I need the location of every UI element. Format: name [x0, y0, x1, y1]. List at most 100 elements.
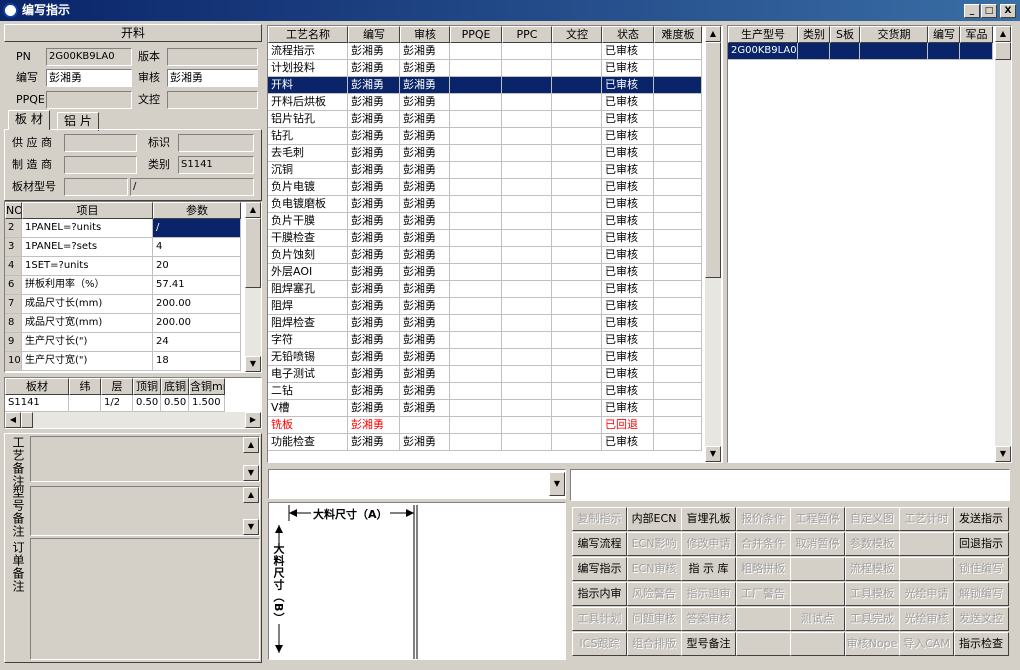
- grid-cell[interactable]: 彭湘勇: [348, 434, 400, 451]
- grid-cell[interactable]: [552, 128, 602, 145]
- grid-cell[interactable]: [450, 247, 502, 264]
- column-header[interactable]: 生产型号: [728, 26, 798, 43]
- tab-board[interactable]: 板 材: [8, 110, 50, 130]
- grid-cell[interactable]: 彭湘勇: [400, 196, 450, 213]
- grid-cell[interactable]: [450, 434, 502, 451]
- grid-cell[interactable]: [502, 349, 552, 366]
- table-row[interactable]: 外层AOI 彭湘勇 彭湘勇 已审核: [268, 264, 702, 281]
- table-row[interactable]: 字符 彭湘勇 彭湘勇 已审核: [268, 332, 702, 349]
- action-button[interactable]: 型号备注: [681, 632, 736, 656]
- grid-cell[interactable]: 已审核: [602, 196, 654, 213]
- table-row[interactable]: 7 成品尺寸长(mm) 200.00: [5, 295, 241, 314]
- grid-cell[interactable]: [654, 60, 702, 77]
- table-row[interactable]: 9 生产尺寸长(") 24: [5, 333, 241, 352]
- model-field-2[interactable]: /: [130, 178, 254, 196]
- grid-cell[interactable]: 阻焊检查: [268, 315, 348, 332]
- grid-cell[interactable]: [450, 400, 502, 417]
- grid-cell[interactable]: [502, 400, 552, 417]
- grid-cell[interactable]: 已审核: [602, 60, 654, 77]
- grid-cell[interactable]: [502, 162, 552, 179]
- grid-cell[interactable]: 已审核: [602, 366, 654, 383]
- grid-cell[interactable]: 18: [153, 352, 241, 371]
- grid-cell[interactable]: [654, 315, 702, 332]
- table-row[interactable]: 钻孔 彭湘勇 彭湘勇 已审核: [268, 128, 702, 145]
- grid-cell[interactable]: [552, 60, 602, 77]
- grid-cell[interactable]: 铝片钻孔: [268, 111, 348, 128]
- grid-cell[interactable]: [654, 179, 702, 196]
- board-hscroll[interactable]: ◀ ▶: [5, 412, 261, 428]
- process-scrollbar[interactable]: ▲ ▼: [705, 26, 721, 462]
- grid-cell[interactable]: 字符: [268, 332, 348, 349]
- grid-cell[interactable]: [654, 196, 702, 213]
- grid-cell[interactable]: 开料后烘板: [268, 94, 348, 111]
- table-row[interactable]: 流程指示 彭湘勇 彭湘勇 已审核: [268, 43, 702, 60]
- column-header[interactable]: 难度板: [654, 26, 702, 43]
- ppqe-field[interactable]: [46, 91, 132, 109]
- grid-cell[interactable]: [450, 383, 502, 400]
- grid-cell[interactable]: [502, 230, 552, 247]
- grid-cell[interactable]: 1.500: [189, 395, 225, 412]
- grid-cell[interactable]: 彭湘勇: [400, 162, 450, 179]
- scroll-down-icon[interactable]: ▼: [245, 356, 261, 372]
- grid-cell[interactable]: [654, 383, 702, 400]
- grid-cell[interactable]: 外层AOI: [268, 264, 348, 281]
- grid-cell[interactable]: [450, 179, 502, 196]
- grid-cell[interactable]: [552, 434, 602, 451]
- grid-cell[interactable]: [654, 94, 702, 111]
- grid-cell[interactable]: 彭湘勇: [348, 60, 400, 77]
- grid-cell[interactable]: 已审核: [602, 111, 654, 128]
- grid-cell[interactable]: [502, 145, 552, 162]
- grid-cell[interactable]: [450, 77, 502, 94]
- grid-cell[interactable]: [654, 298, 702, 315]
- grid-cell[interactable]: 彭湘勇: [400, 213, 450, 230]
- grid-cell[interactable]: [450, 298, 502, 315]
- grid-cell[interactable]: [450, 315, 502, 332]
- grid-cell[interactable]: 彭湘勇: [400, 315, 450, 332]
- grid-cell[interactable]: [502, 179, 552, 196]
- table-row[interactable]: 2 1PANEL=?units /: [5, 219, 241, 238]
- product-scrollbar[interactable]: ▲ ▼: [995, 26, 1011, 462]
- grid-cell[interactable]: 已审核: [602, 43, 654, 60]
- grid-cell[interactable]: [552, 417, 602, 434]
- grid-cell[interactable]: [450, 145, 502, 162]
- grid-cell[interactable]: 24: [153, 333, 241, 352]
- author-field[interactable]: 彭湘勇: [46, 69, 132, 87]
- grid-cell[interactable]: [502, 77, 552, 94]
- grid-cell[interactable]: 去毛刺: [268, 145, 348, 162]
- table-row[interactable]: 负片干膜 彭湘勇 彭湘勇 已审核: [268, 213, 702, 230]
- table-row[interactable]: 开料 彭湘勇 彭湘勇 已审核: [268, 77, 702, 94]
- grid-cell[interactable]: S1141: [5, 395, 69, 412]
- grid-cell[interactable]: [654, 434, 702, 451]
- grid-cell[interactable]: [552, 145, 602, 162]
- grid-cell[interactable]: 钻孔: [268, 128, 348, 145]
- grid-cell[interactable]: 彭湘勇: [348, 128, 400, 145]
- grid-cell[interactable]: 生产尺寸宽("): [22, 352, 153, 371]
- mark-field[interactable]: [178, 134, 254, 152]
- column-header[interactable]: 编写: [348, 26, 400, 43]
- review-field[interactable]: 彭湘勇: [167, 69, 258, 87]
- grid-cell[interactable]: 彭湘勇: [400, 264, 450, 281]
- grid-cell[interactable]: [450, 162, 502, 179]
- column-header[interactable]: 编写: [928, 26, 960, 43]
- column-header[interactable]: 类别: [798, 26, 830, 43]
- column-header[interactable]: PPQE: [450, 26, 502, 43]
- table-row[interactable]: 2G00KB9LA0: [728, 43, 993, 60]
- grid-cell[interactable]: 开料: [268, 77, 348, 94]
- grid-cell[interactable]: [450, 332, 502, 349]
- grid-cell[interactable]: [552, 213, 602, 230]
- table-row[interactable]: 10 生产尺寸宽(") 18: [5, 352, 241, 371]
- grid-cell[interactable]: [552, 349, 602, 366]
- scroll-right-icon[interactable]: ▶: [245, 412, 261, 428]
- grid-cell[interactable]: [654, 349, 702, 366]
- grid-cell[interactable]: /: [153, 219, 241, 238]
- grid-cell[interactable]: 彭湘勇: [400, 366, 450, 383]
- scroll-left-icon[interactable]: ◀: [5, 412, 21, 428]
- grid-cell[interactable]: 阻焊: [268, 298, 348, 315]
- combo-input[interactable]: ▼: [268, 469, 566, 499]
- grid-cell[interactable]: [654, 43, 702, 60]
- table-row[interactable]: 阻焊检查 彭湘勇 彭湘勇 已审核: [268, 315, 702, 332]
- scroll-down-icon[interactable]: ▼: [243, 519, 259, 535]
- grid-cell[interactable]: 铣板: [268, 417, 348, 434]
- grid-cell[interactable]: 彭湘勇: [348, 213, 400, 230]
- grid-cell[interactable]: [654, 264, 702, 281]
